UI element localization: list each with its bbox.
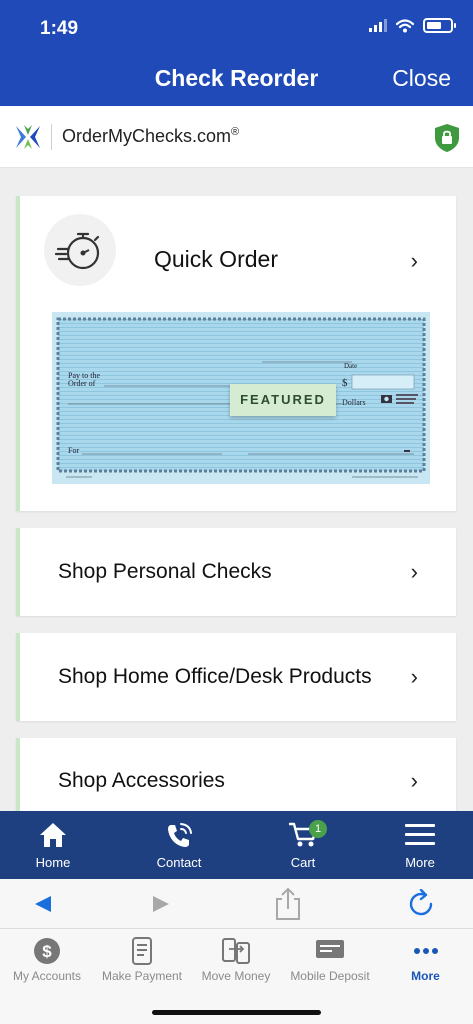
shop-personal-checks-label: Shop Personal Checks (58, 560, 272, 583)
quick-order-label: Quick Order (154, 246, 278, 272)
tab-home-label: Home (35, 855, 71, 870)
svg-text:Date: Date (344, 362, 357, 370)
shop-personal-checks-item[interactable]: Shop Personal Checks › (16, 528, 456, 616)
chevron-right-icon: › (410, 664, 418, 689)
reload-button[interactable] (397, 879, 447, 929)
shop-accessories-label: Shop Accessories (58, 769, 225, 792)
quick-order-card[interactable]: Quick Order › Pay to the Order of Date $… (16, 196, 456, 511)
wifi-icon (396, 18, 414, 32)
svg-text:$: $ (42, 942, 52, 961)
bill-phone-icon (132, 937, 152, 965)
secure-shield-icon (435, 124, 459, 152)
share-icon (276, 887, 300, 920)
tab-more[interactable]: More (370, 811, 470, 879)
svg-text:For: For (68, 446, 79, 455)
bottom-nav: $ My Accounts Make Payment Move Money Mo… (0, 929, 473, 1024)
browser-toolbar (0, 879, 473, 929)
reload-icon (409, 889, 433, 916)
nav-make-payment[interactable]: Make Payment (94, 929, 190, 1009)
svg-text:$: $ (342, 377, 348, 389)
tab-cart-label: Cart (290, 855, 316, 870)
battery-icon (423, 18, 456, 33)
forward-arrow-icon (153, 896, 169, 912)
nav-my-accounts-label: My Accounts (12, 969, 82, 983)
back-arrow-icon (35, 896, 51, 912)
svg-text:Order of: Order of (68, 379, 96, 388)
chevron-right-icon: › (410, 248, 418, 273)
nav-more[interactable]: More (378, 929, 473, 1009)
brand-divider (51, 124, 52, 150)
quick-order-icon-circle (44, 214, 116, 286)
brand-header: OrderMyChecks.com® (0, 106, 473, 168)
nav-my-accounts[interactable]: $ My Accounts (0, 929, 94, 1009)
dollar-circle-icon: $ (34, 938, 60, 964)
ellipsis-icon (413, 948, 438, 954)
nav-more-label: More (411, 969, 440, 983)
close-button[interactable]: Close (392, 65, 451, 92)
featured-badge: FEATURED (230, 384, 336, 416)
back-button[interactable] (18, 879, 68, 929)
shop-home-office-label: Shop Home Office/Desk Products (58, 665, 372, 688)
tab-contact[interactable]: Contact (129, 811, 229, 879)
brand-name: OrderMyChecks.com® (62, 126, 240, 146)
forward-button[interactable] (136, 879, 186, 929)
check-deposit-icon (316, 940, 344, 958)
tab-contact-label: Contact (156, 855, 202, 870)
cart-badge: 1 (309, 820, 327, 838)
signal-icon (369, 19, 387, 32)
nav-move-money[interactable]: Move Money (190, 929, 282, 1009)
tab-cart[interactable]: 1 Cart (253, 811, 353, 879)
brand-logo-icon (16, 125, 40, 149)
nav-mobile-deposit[interactable]: Mobile Deposit (282, 929, 378, 1009)
transfer-icon (222, 938, 250, 964)
share-button[interactable] (263, 879, 313, 929)
chevron-right-icon: › (410, 559, 418, 584)
phone-icon (168, 823, 192, 847)
tab-more-label: More (405, 855, 435, 870)
status-bar: 1:49 (0, 0, 473, 52)
svg-text:Dollars: Dollars (342, 398, 366, 407)
chevron-right-icon: › (410, 768, 418, 793)
hamburger-icon (405, 824, 435, 845)
nav-bar: Check Reorder Close (0, 52, 473, 106)
nav-mobile-deposit-label: Mobile Deposit (290, 969, 370, 983)
nav-move-money-label: Move Money (201, 969, 271, 983)
tab-bar: Home Contact 1 Cart More (0, 811, 473, 879)
shop-home-office-item[interactable]: Shop Home Office/Desk Products › (16, 633, 456, 721)
nav-make-payment-label: Make Payment (101, 969, 183, 983)
stopwatch-icon (54, 232, 100, 270)
status-time: 1:49 (40, 18, 79, 39)
home-indicator (152, 1010, 321, 1015)
status-icons (369, 18, 456, 33)
home-icon (40, 823, 66, 847)
tab-home[interactable]: Home (3, 811, 103, 879)
shop-accessories-item[interactable]: Shop Accessories › (16, 738, 456, 811)
